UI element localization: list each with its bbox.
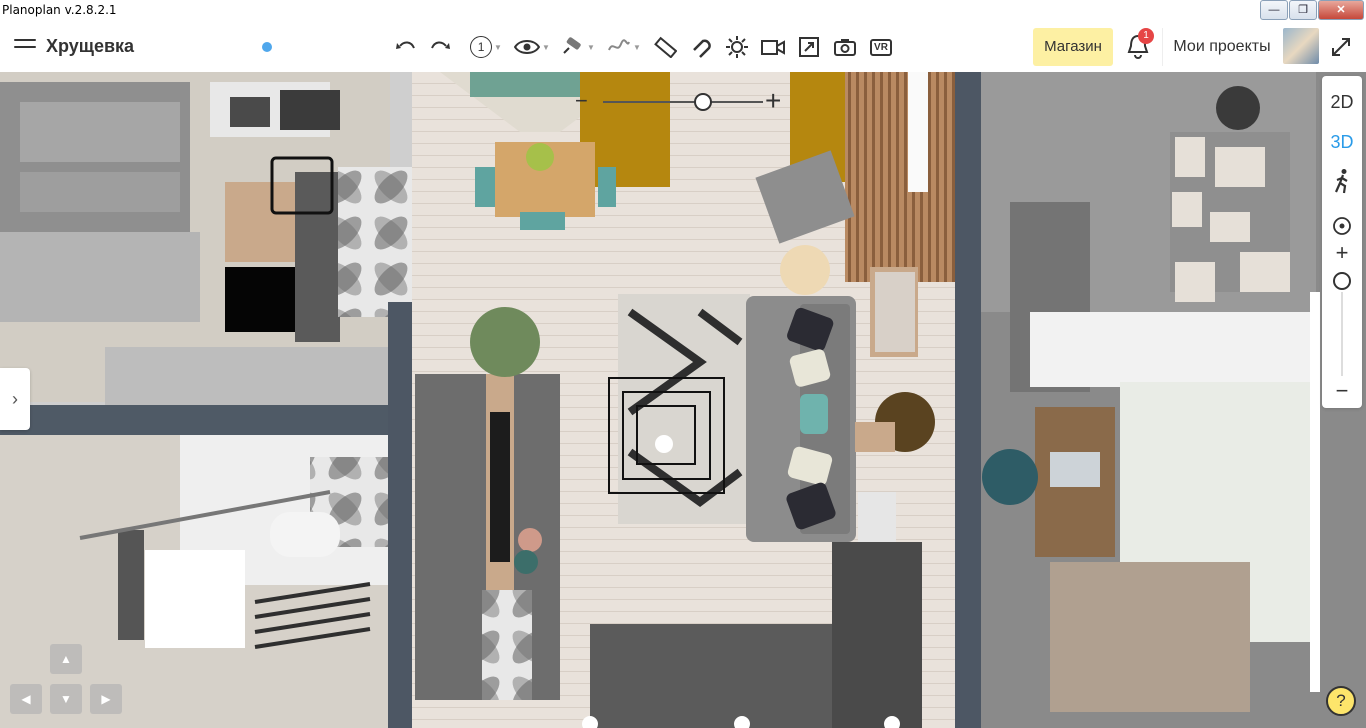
fullscreen-icon[interactable]	[1330, 36, 1352, 58]
project-title[interactable]: Хрущевка	[46, 36, 134, 57]
center-view-icon[interactable]	[1322, 216, 1362, 241]
zoom-track[interactable]	[1341, 292, 1343, 376]
close-button[interactable]: ✕	[1318, 0, 1364, 20]
help-button[interactable]: ?	[1326, 686, 1356, 716]
sidebar-expand-button[interactable]: ›	[0, 368, 30, 430]
camera-down-button[interactable]: ▼	[50, 684, 82, 714]
camera-right-button[interactable]: ▶	[90, 684, 122, 714]
zoom-slider-track[interactable]	[603, 101, 763, 103]
avatar[interactable]	[1283, 28, 1319, 64]
room-render	[0, 72, 1366, 728]
chevron-down-icon: ▼	[633, 42, 641, 52]
material-brush-icon[interactable]: ▼	[558, 32, 598, 62]
notification-badge: 1	[1138, 28, 1154, 44]
chevron-down-icon: ▼	[494, 42, 502, 52]
window-titlebar: Planoplan v.2.8.2.1 — ❐ ✕	[0, 0, 1366, 23]
toolbar: 1 ▼ ▼ ▼ ▼ VR	[392, 32, 902, 62]
mode-2d-button[interactable]: 2D	[1322, 92, 1362, 113]
zoom-slider-thumb[interactable]	[694, 93, 713, 111]
wall-pattern-icon[interactable]: ▼	[604, 32, 644, 62]
zoom-in-button[interactable]: +	[1322, 240, 1362, 266]
my-projects-button[interactable]: Мои проекты	[1162, 28, 1281, 66]
walk-mode-icon[interactable]	[1322, 168, 1362, 199]
video-camera-icon[interactable]	[758, 32, 788, 62]
maximize-button[interactable]: ❐	[1289, 0, 1317, 20]
undo-icon[interactable]	[392, 32, 420, 62]
shop-button[interactable]: Магазин	[1033, 28, 1113, 66]
redo-icon[interactable]	[426, 32, 454, 62]
export-icon[interactable]	[794, 32, 824, 62]
mode-3d-button[interactable]: 3D	[1322, 132, 1362, 153]
camera-up-button[interactable]: ▲	[50, 644, 82, 674]
zoom-level-handle[interactable]	[1322, 272, 1362, 290]
window-controls: — ❐ ✕	[1259, 0, 1364, 20]
floor-selector[interactable]: 1 ▼	[466, 32, 506, 62]
zoom-slider-minus[interactable]: −	[575, 88, 588, 114]
window-title: Planoplan v.2.8.2.1	[2, 3, 117, 17]
view-mode-panel: 2D 3D + −	[1322, 76, 1362, 408]
save-status-dot	[262, 42, 272, 52]
sun-icon[interactable]	[722, 32, 752, 62]
menu-icon[interactable]	[14, 39, 36, 55]
floor-number: 1	[470, 36, 493, 58]
chevron-down-icon: ▼	[542, 42, 550, 52]
minimize-button[interactable]: —	[1260, 0, 1288, 20]
3d-viewport[interactable]: − + › 2D 3D + − ▲ ◀ ▼ ▶ ?	[0, 72, 1366, 728]
zoom-out-button[interactable]: −	[1322, 378, 1362, 404]
vr-label: VR	[870, 38, 892, 56]
eye-icon[interactable]: ▼	[512, 32, 552, 62]
chevron-down-icon: ▼	[587, 42, 595, 52]
zoom-slider[interactable]: − +	[575, 85, 795, 116]
notifications-button[interactable]: 1	[1120, 28, 1156, 64]
camera-left-button[interactable]: ◀	[10, 684, 42, 714]
photo-camera-icon[interactable]	[830, 32, 860, 62]
vr-icon[interactable]: VR	[866, 32, 896, 62]
magnet-icon[interactable]	[686, 32, 716, 62]
ruler-icon[interactable]	[650, 32, 680, 62]
app-header: Хрущевка 1 ▼ ▼ ▼ ▼ VR Магазин 1 Мои прое…	[0, 22, 1366, 73]
zoom-slider-plus[interactable]: +	[765, 85, 781, 117]
